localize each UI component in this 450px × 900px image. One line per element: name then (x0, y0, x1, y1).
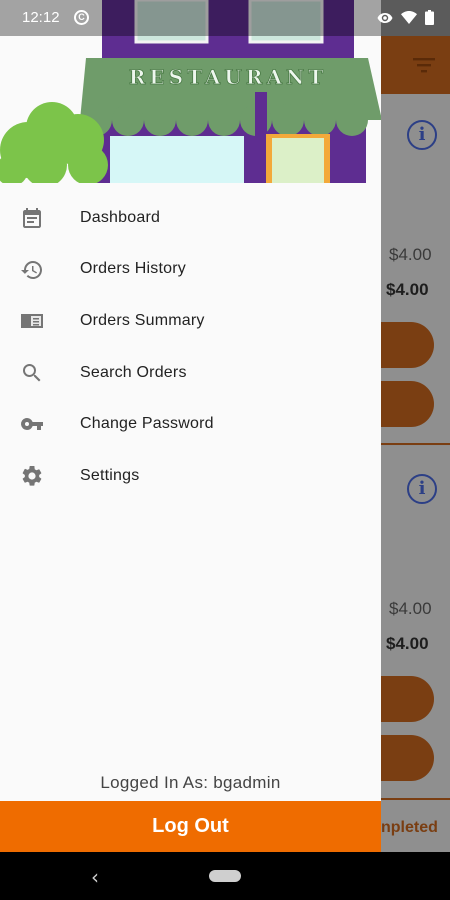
menu-item-label: Search Orders (80, 363, 187, 381)
back-icon[interactable]: ‹ (91, 865, 99, 889)
menu-item-label: Settings (80, 466, 140, 484)
gear-icon (22, 465, 42, 486)
menu-item-search-orders[interactable]: Search Orders (0, 347, 381, 399)
order-price: $4.00 (389, 245, 432, 264)
restaurant-sign: RESTAURANT (129, 65, 327, 89)
menu-item-label: Dashboard (80, 208, 161, 226)
order-total: $4.00 (386, 634, 429, 653)
eye-icon (377, 12, 393, 23)
c-circle-icon: C (74, 10, 89, 25)
logout-button[interactable]: Log Out (0, 801, 381, 852)
info-icon[interactable]: i (407, 120, 437, 150)
battery-icon (425, 10, 434, 25)
logged-in-text: Logged In As: bgadmin (100, 773, 281, 792)
menu-item-orders-history[interactable]: Orders History (0, 244, 381, 296)
menu-item-dashboard[interactable]: Dashboard (0, 192, 381, 244)
order-total: $4.00 (386, 280, 429, 299)
calendar-icon (23, 208, 41, 228)
info-icon[interactable]: i (407, 474, 437, 504)
wifi-icon (401, 11, 417, 24)
menu-item-label: Orders Summary (80, 311, 205, 329)
summary-card-icon (21, 314, 43, 329)
completed-tab-fragment[interactable]: npleted (381, 808, 438, 848)
history-icon (21, 260, 42, 279)
menu-item-change-password[interactable]: Change Password (0, 398, 381, 450)
system-nav-bar: ‹ (0, 852, 450, 900)
key-icon (20, 418, 43, 431)
navigation-drawer: RESTAURANT Dashboard Orders History Orde… (0, 0, 381, 852)
order-price: $4.00 (389, 599, 432, 618)
filter-icon[interactable] (412, 56, 436, 74)
menu-item-label: Change Password (80, 415, 214, 433)
status-bar: 12:12 C (0, 0, 450, 36)
search-icon (23, 363, 41, 382)
menu-item-orders-summary[interactable]: Orders Summary (0, 295, 381, 347)
status-time: 12:12 (22, 9, 60, 26)
menu-item-settings[interactable]: Settings (0, 450, 381, 502)
menu-item-label: Orders History (80, 260, 186, 278)
card-divider (380, 443, 450, 445)
home-pill-icon[interactable] (209, 870, 241, 882)
drawer-menu: Dashboard Orders History Orders Summary … (0, 192, 381, 502)
